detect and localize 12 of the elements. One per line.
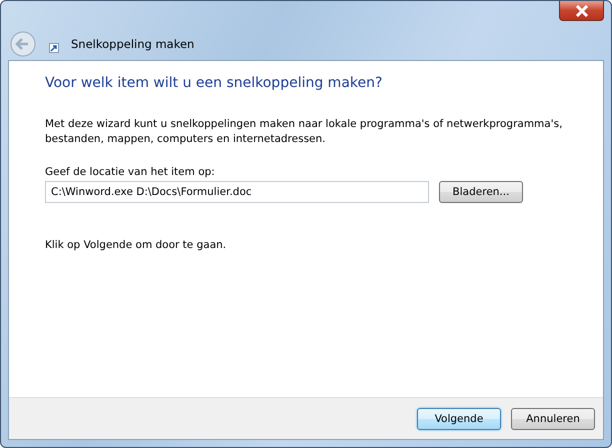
location-field[interactable]: C:\Winword.exe D:\Docs\Formulier.doc [45,181,429,203]
page-heading: Voor welk item wilt u een snelkoppeling maken? [45,75,384,91]
next-button[interactable]: Volgende [417,408,501,430]
cancel-button[interactable]: Annuleren [511,408,595,430]
window-title: Snelkoppeling maken [71,36,194,50]
shortcut-icon [49,42,59,52]
description-text: Met deze wizard kunt u snelkoppelingen maken naar lokale programma's of netwerkprogramma's, bestanden, mappen, computers en internetadressen. [45,117,564,147]
hint-text: Klik op Volgende om door te gaan. [45,239,228,251]
browse-button[interactable]: Bladeren... [439,181,523,203]
field-label: Geef de locatie van het item op: [45,166,216,178]
close-icon [574,4,588,16]
close-button[interactable] [559,1,604,21]
